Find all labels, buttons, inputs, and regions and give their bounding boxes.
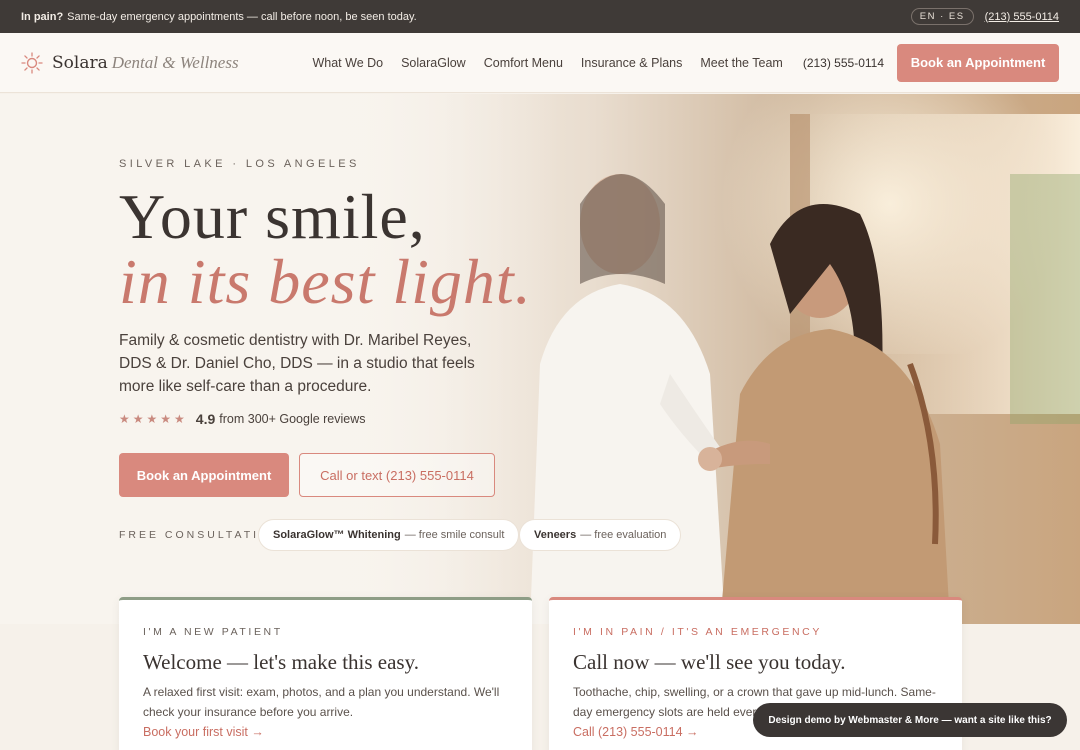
header-phone-link[interactable]: (213) 555-0114 [803,56,884,70]
brand-name: Solara [52,52,108,73]
logo[interactable]: Solara Dental & Wellness [21,51,239,74]
header-book-button[interactable]: Book an Appointment [897,43,1059,82]
announcement-strong: In pain? [21,10,64,23]
headline-line-2: in its best light. [119,246,532,317]
new-patient-card: I'M A NEW PATIENT Welcome — let's make t… [119,597,532,750]
star-icon: ★★★★★ [119,412,188,426]
new-patient-body: A relaxed first visit: exam, photos, and… [143,685,500,719]
nav-item-insurance[interactable]: Insurance & Plans [581,56,682,70]
sun-icon [21,51,43,74]
announcement-text: Same-day emergency appointments — call b… [67,10,417,23]
hero-book-button[interactable]: Book an Appointment [119,453,289,497]
site-header: Solara Dental & Wellness What We Do Sola… [0,33,1080,93]
nav-item-team[interactable]: Meet the Team [700,56,782,70]
pill-whitening[interactable]: SolaraGlow™ Whitening — free smile consu… [258,519,520,551]
pill-veneers[interactable]: Veneers — free evaluation [519,519,682,551]
nav-item-what-we-do[interactable]: What We Do [312,56,383,70]
emergency-title: Call now — we'll see you today. [573,650,846,674]
nav-item-solaraglow[interactable]: SolaraGlow [401,56,466,70]
main-nav: What We Do SolaraGlow Comfort Menu Insur… [294,43,1059,82]
rating-text: from 300+ Google reviews [219,412,366,426]
pill-veneers-title: Veneers [534,529,577,541]
emergency-tag: I'M IN PAIN / IT'S AN EMERGENCY [573,626,822,638]
headline-line-1: Your smile, [119,181,426,252]
nav-item-comfort-menu[interactable]: Comfort Menu [484,56,563,70]
language-toggle[interactable]: EN · ES [910,8,974,25]
rating-score: 4.9 [195,411,216,427]
announcement-bar: In pain? Same-day emergency appointments… [0,0,1080,33]
hero-call-button[interactable]: Call or text (213) 555-0114 [299,453,495,497]
topbar-phone-link[interactable]: (213) 555-0114 [985,11,1059,23]
location-eyebrow: SILVER LAKE · LOS ANGELES [119,158,360,170]
new-patient-tag: I'M A NEW PATIENT [143,626,283,638]
new-patient-title: Welcome — let's make this easy. [143,650,419,674]
emergency-call-link[interactable]: Call (213) 555-0114 → [573,725,699,739]
pill-whitening-detail: — free smile consult [404,529,505,541]
first-visit-link[interactable]: Book your first visit → [143,725,264,739]
rating-row: ★★★★★ 4.9 from 300+ Google reviews [119,411,366,427]
brand-subtitle: Dental & Wellness [111,52,239,72]
pill-whitening-title: SolaraGlow™ Whitening [273,529,401,541]
demo-badge[interactable]: Design demo by Webmaster & More — want a… [753,703,1067,737]
pill-veneers-detail: — free evaluation [580,529,667,541]
hero-lead: Family & cosmetic dentistry with Dr. Mar… [119,332,475,395]
